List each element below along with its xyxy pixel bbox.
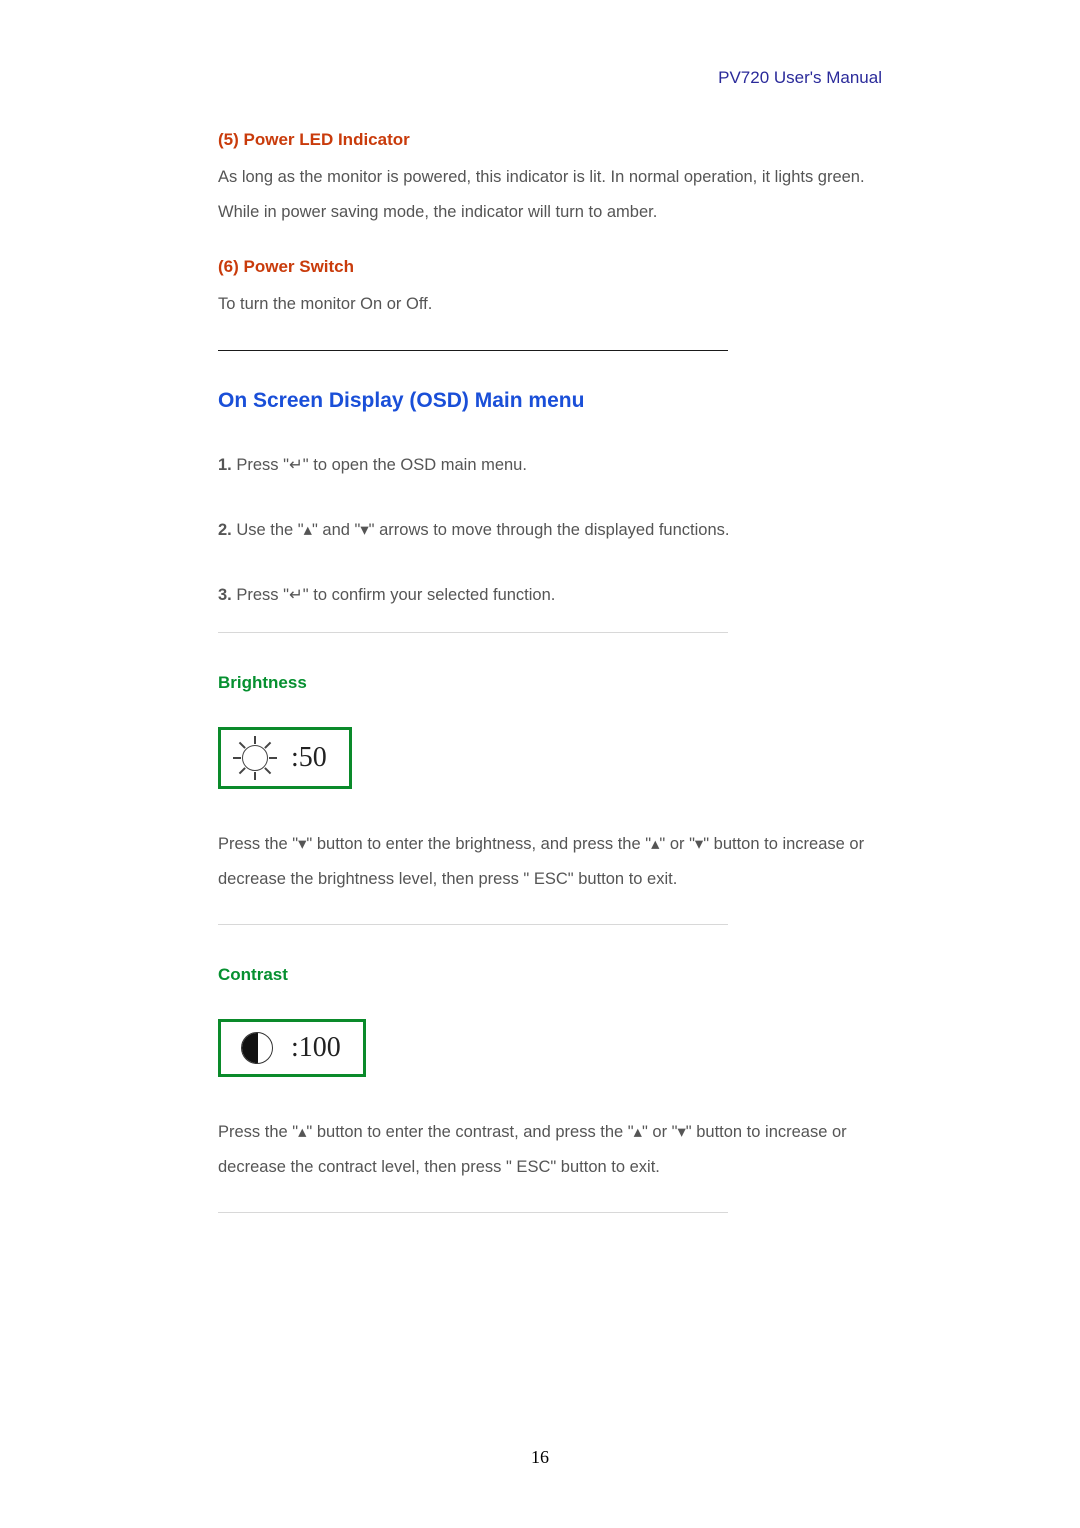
text-contrast: Press the "▴" button to enter the contra…	[218, 1115, 882, 1184]
step-text: Press "	[232, 586, 289, 604]
step-text: " to confirm your selected function.	[303, 586, 556, 604]
page-number: 16	[0, 1447, 1080, 1468]
step-text: " to open the OSD main menu.	[303, 456, 527, 474]
osd-step-3: 3. Press "↵" to confirm your selected fu…	[218, 579, 882, 612]
step-num: 2.	[218, 521, 232, 539]
step-num: 3.	[218, 586, 232, 604]
step-text: " and "	[312, 521, 360, 539]
osd-step-2: 2. Use the "▴" and "▾" arrows to move th…	[218, 514, 882, 547]
heading-power-switch: (6) Power Switch	[218, 257, 882, 277]
brightness-value: :50	[291, 742, 327, 774]
down-arrow-icon: ▾	[360, 521, 368, 539]
brightness-icon	[233, 736, 277, 780]
step-num: 1.	[218, 456, 232, 474]
heading-contrast: Contrast	[218, 965, 882, 985]
heading-power-led: (5) Power LED Indicator	[218, 130, 882, 150]
text-brightness: Press the "▾" button to enter the bright…	[218, 827, 882, 896]
heading-osd-main: On Screen Display (OSD) Main menu	[218, 389, 882, 413]
osd-step-1: 1. Press "↵" to open the OSD main menu.	[218, 449, 882, 482]
up-arrow-icon: ▴	[304, 521, 312, 539]
text-power-switch: To turn the monitor On or Off.	[218, 287, 882, 322]
divider-light	[218, 1212, 728, 1213]
enter-icon: ↵	[289, 586, 303, 604]
divider-light	[218, 924, 728, 925]
brightness-osd-box: :50	[218, 727, 352, 789]
divider-light	[218, 632, 728, 633]
step-text: Use the "	[232, 521, 304, 539]
text-power-led: As long as the monitor is powered, this …	[218, 160, 882, 229]
divider	[218, 350, 728, 351]
step-text: " arrows to move through the displayed f…	[369, 521, 730, 539]
step-text: Press "	[232, 456, 289, 474]
heading-brightness: Brightness	[218, 673, 882, 693]
contrast-value: :100	[291, 1032, 341, 1064]
contrast-osd-box: :100	[218, 1019, 366, 1077]
enter-icon: ↵	[289, 456, 303, 474]
contrast-icon	[237, 1028, 277, 1068]
doc-header: PV720 User's Manual	[218, 68, 882, 88]
